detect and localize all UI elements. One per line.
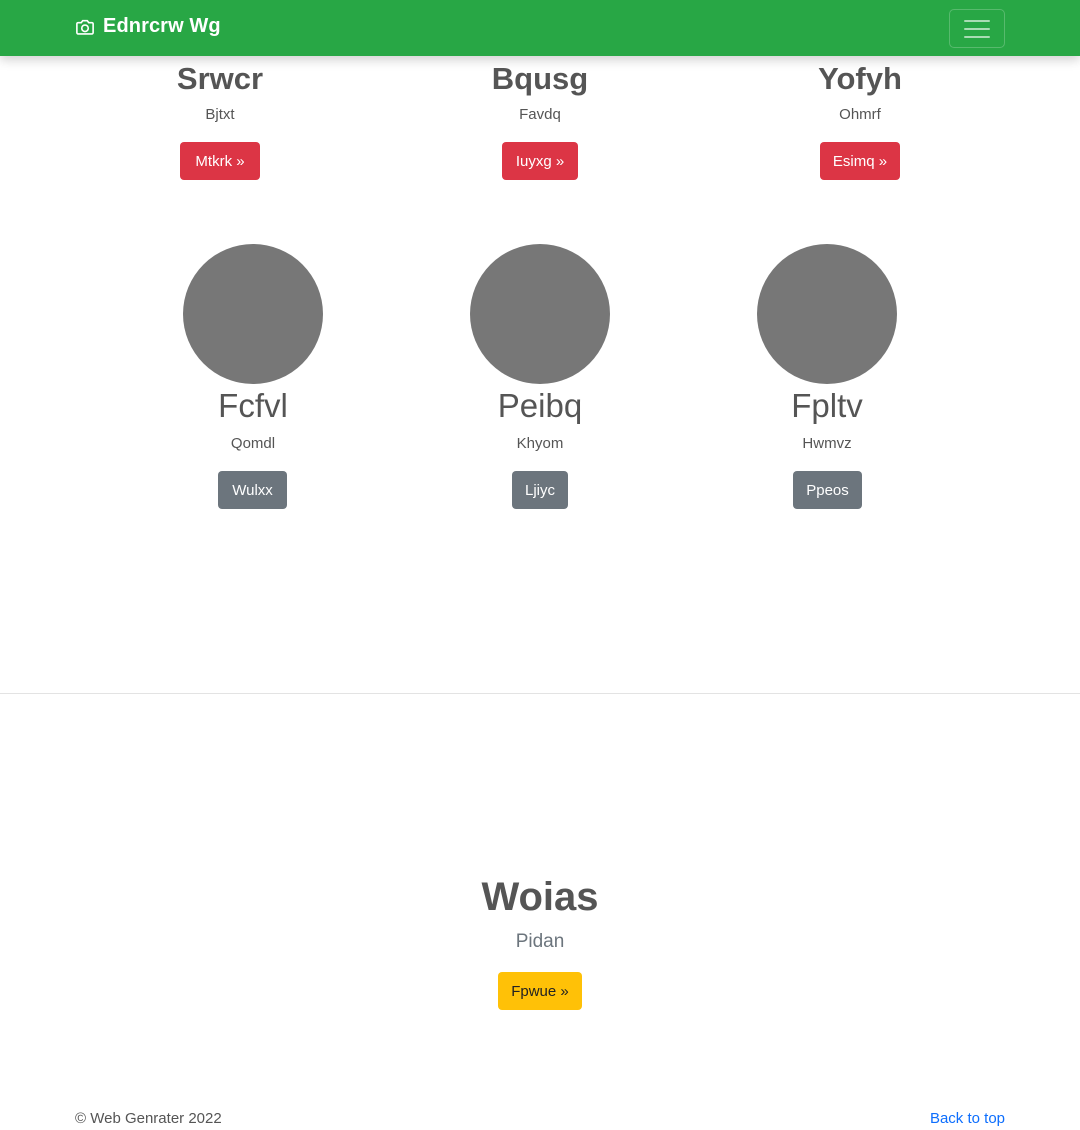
top-card-title: Srwcr bbox=[176, 61, 264, 96]
top-card-2: Bqusg bbox=[440, 63, 640, 94]
profile-name: Peibq bbox=[497, 387, 583, 424]
profile-subtitle: Hwmvz bbox=[802, 435, 852, 452]
top-card-button[interactable]: Mtkrk » bbox=[180, 142, 260, 180]
top-card-subtitle: Bjtxt bbox=[205, 106, 235, 123]
profile-button[interactable]: Ljiyc bbox=[512, 471, 568, 509]
feature-lead: Pidan bbox=[515, 931, 565, 952]
profile-2: Peibq bbox=[440, 389, 640, 422]
avatar-placeholder bbox=[757, 244, 897, 384]
profile-3: Fpltv bbox=[727, 389, 927, 422]
profile-name: Fcfvl bbox=[218, 387, 288, 424]
top-card-1: Srwcr bbox=[120, 63, 320, 94]
navbar-toggle-button[interactable] bbox=[949, 9, 1005, 48]
top-card-title: Bqusg bbox=[491, 61, 589, 96]
feature-button[interactable]: Fpwue » bbox=[498, 972, 582, 1010]
profile-button[interactable]: Ppeos bbox=[793, 471, 862, 509]
profile-name: Fpltv bbox=[791, 387, 863, 424]
avatar-placeholder bbox=[470, 244, 610, 384]
top-card-3: Yofyh bbox=[760, 63, 960, 94]
camera-icon bbox=[76, 19, 94, 35]
footer-copyright: © Web Genrater 2022 bbox=[75, 1110, 222, 1127]
profile-subtitle: Qomdl bbox=[230, 435, 276, 452]
brand-link[interactable]: Ednrcrw Wg bbox=[75, 15, 221, 38]
top-card-subtitle: Favdq bbox=[519, 106, 561, 123]
profile-button[interactable]: Wulxx bbox=[218, 471, 287, 509]
hamburger-icon bbox=[964, 19, 990, 22]
back-to-top-link[interactable]: Back to top bbox=[930, 1110, 1005, 1127]
navbar: Ednrcrw Wg bbox=[0, 0, 1080, 56]
feature-section: Woias bbox=[340, 877, 740, 917]
avatar-placeholder bbox=[183, 244, 323, 384]
profile-subtitle: Khyom bbox=[516, 435, 564, 452]
profile-1: Fcfvl bbox=[153, 389, 353, 422]
section-divider bbox=[0, 693, 1080, 694]
feature-title: Woias bbox=[481, 875, 599, 919]
top-card-button[interactable]: Esimq » bbox=[820, 142, 900, 180]
top-card-button[interactable]: Iuyxg » bbox=[502, 142, 578, 180]
brand-name: Ednrcrw Wg bbox=[103, 15, 221, 37]
top-card-title: Yofyh bbox=[818, 61, 902, 96]
top-card-subtitle: Ohmrf bbox=[839, 106, 881, 123]
